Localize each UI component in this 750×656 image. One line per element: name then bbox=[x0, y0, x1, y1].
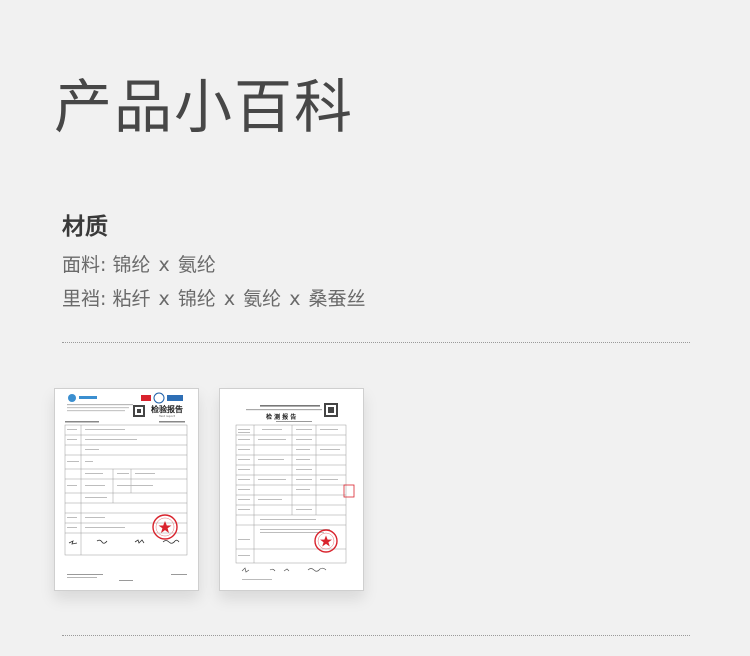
official-stamp-icon bbox=[152, 514, 178, 540]
company-logo-icon bbox=[68, 394, 76, 402]
fabric-spec: 面料: 锦纶 x 氨纶 bbox=[62, 252, 216, 278]
dotted-divider bbox=[62, 635, 690, 636]
cma-mark-icon bbox=[141, 395, 151, 401]
fabric-prefix: 面料: bbox=[62, 254, 107, 276]
product-encyclopedia-page: 产品小百科 材质 面料: 锦纶 x 氨纶 里裆: 粘纤 x 锦纶 x 氨纶 x … bbox=[0, 0, 750, 656]
fabric-item: 锦纶 bbox=[112, 254, 151, 276]
report-heading: 检 测 报 告 bbox=[266, 413, 296, 421]
lining-item: 锦纶 bbox=[177, 288, 216, 310]
lining-item: 粘纤 bbox=[112, 288, 151, 310]
test-report-right-image: 检 测 报 告 bbox=[219, 388, 364, 591]
lining-separator: x bbox=[289, 288, 301, 310]
dotted-divider bbox=[62, 342, 690, 343]
lining-separator: x bbox=[158, 288, 170, 310]
page-title: 产品小百科 bbox=[54, 73, 355, 141]
official-stamp-icon bbox=[314, 529, 338, 553]
lining-item: 桑蚕丝 bbox=[308, 288, 366, 310]
test-report-left-image: 检验报告 Test report bbox=[54, 388, 199, 591]
fabric-separator: x bbox=[158, 254, 170, 276]
signatures bbox=[68, 539, 180, 545]
signatures bbox=[241, 567, 327, 573]
lining-item: 氨纶 bbox=[243, 288, 282, 310]
lining-separator: x bbox=[223, 288, 236, 310]
lining-prefix: 里裆: bbox=[62, 288, 107, 310]
report-heading: 检验报告 bbox=[151, 404, 183, 414]
fabric-item: 氨纶 bbox=[177, 254, 216, 276]
report-subheading: Test report bbox=[158, 414, 176, 418]
cnas-mark-icon bbox=[153, 392, 165, 404]
test-report-right-drawing: 检 测 报 告 bbox=[235, 403, 355, 580]
lining-spec: 里裆: 粘纤 x 锦纶 x 氨纶 x 桑蚕丝 bbox=[62, 286, 366, 312]
material-heading: 材质 bbox=[62, 214, 108, 240]
test-report-left-drawing: 检验报告 Test report bbox=[64, 392, 188, 581]
